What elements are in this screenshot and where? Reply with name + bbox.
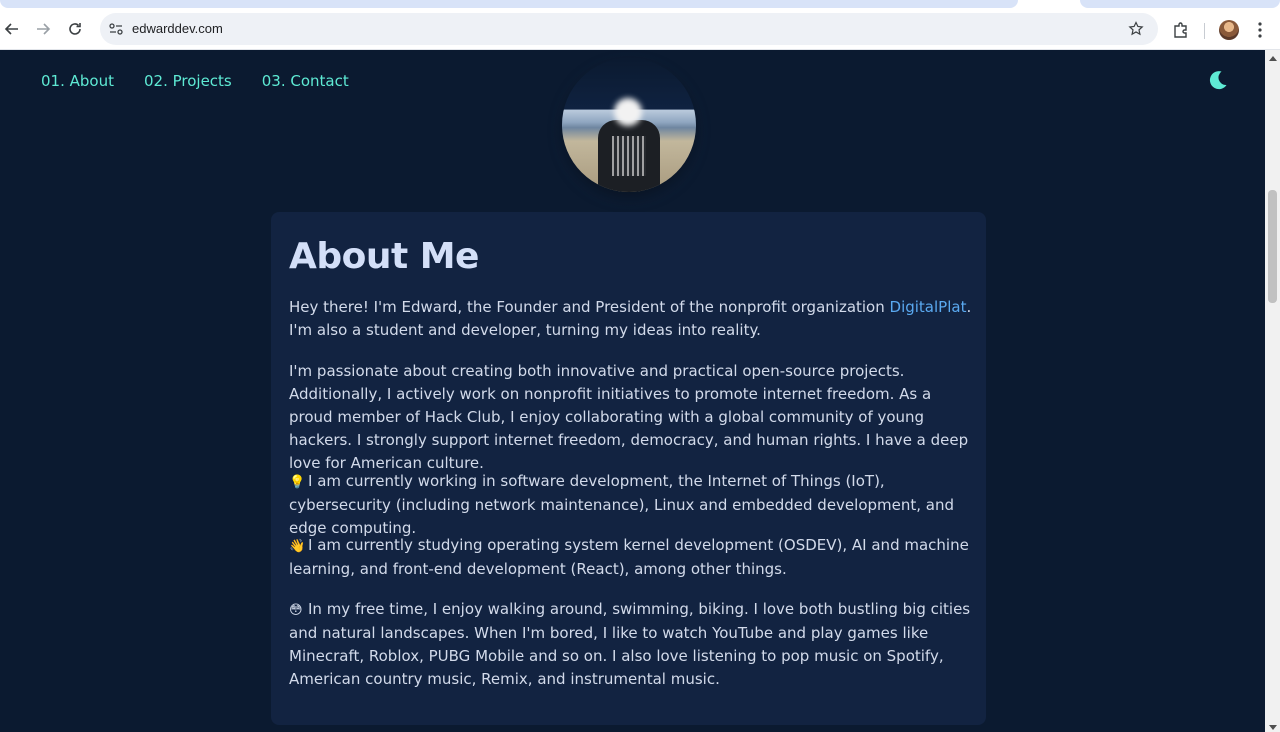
hand-icon: 👋 xyxy=(289,539,306,554)
scroll-thumb[interactable] xyxy=(1268,190,1277,303)
reload-button[interactable] xyxy=(63,17,87,41)
browser-toolbar: edwarddev.com xyxy=(0,9,1280,50)
photo-face-blurred xyxy=(614,98,642,126)
forward-arrow-icon xyxy=(37,23,51,35)
photo-shirt-print xyxy=(612,136,646,176)
back-button[interactable] xyxy=(0,17,24,41)
page-scrollbar[interactable] xyxy=(1265,50,1280,732)
page-viewport: 01. About 02. Projects 03. Contact About… xyxy=(0,50,1265,732)
about-card: About Me Hey there! I'm Edward, the Foun… xyxy=(271,212,986,725)
face-icon: 😳 xyxy=(289,603,303,618)
moon-icon[interactable] xyxy=(1207,69,1229,91)
scroll-down-arrow[interactable] xyxy=(1269,725,1277,730)
about-paragraph-free-time: 😳 In my free time, I enjoy walking around… xyxy=(289,598,973,691)
extensions-puzzle-icon[interactable] xyxy=(1172,21,1190,39)
toolbar-divider xyxy=(1204,23,1205,39)
profile-photo xyxy=(562,58,696,192)
inactive-tab[interactable] xyxy=(1080,0,1280,8)
digitalplat-link[interactable]: DigitalPlat xyxy=(890,298,967,316)
studying-text: I am currently studying operating system… xyxy=(289,536,969,578)
nav-link-contact[interactable]: 03. Contact xyxy=(262,72,349,90)
active-tab[interactable] xyxy=(0,0,1018,8)
lightbulb-icon: 💡 xyxy=(289,475,306,490)
address-bar[interactable]: edwarddev.com xyxy=(100,13,1158,45)
back-arrow-icon xyxy=(4,23,18,35)
working-text: I am currently working in software devel… xyxy=(289,472,955,537)
about-paragraph-studying: 👋 I am currently studying operating syste… xyxy=(289,534,973,581)
nav-link-projects[interactable]: 02. Projects xyxy=(144,72,232,90)
about-paragraph-working: 💡 I am currently working in software deve… xyxy=(289,470,973,540)
nav-link-about[interactable]: 01. About xyxy=(41,72,114,90)
forward-button[interactable] xyxy=(31,17,55,41)
site-nav: 01. About 02. Projects 03. Contact xyxy=(41,72,349,90)
scroll-up-arrow[interactable] xyxy=(1269,56,1277,61)
free-time-text: In my free time, I enjoy walking around,… xyxy=(289,600,971,688)
intro-text: Hey there! I'm Edward, the Founder and P… xyxy=(289,298,890,316)
reload-icon xyxy=(69,23,81,35)
more-menu-icon[interactable] xyxy=(1252,21,1268,39)
about-title: About Me xyxy=(289,236,479,277)
about-paragraph-intro: Hey there! I'm Edward, the Founder and P… xyxy=(289,296,973,342)
url-text[interactable]: edwarddev.com xyxy=(132,21,223,36)
profile-avatar[interactable] xyxy=(1219,20,1239,40)
about-paragraph-passion: I'm passionate about creating both innov… xyxy=(289,362,969,472)
site-info-icon[interactable] xyxy=(108,21,124,37)
tab-strip xyxy=(0,0,1280,9)
bookmark-star-icon[interactable] xyxy=(1128,21,1144,37)
